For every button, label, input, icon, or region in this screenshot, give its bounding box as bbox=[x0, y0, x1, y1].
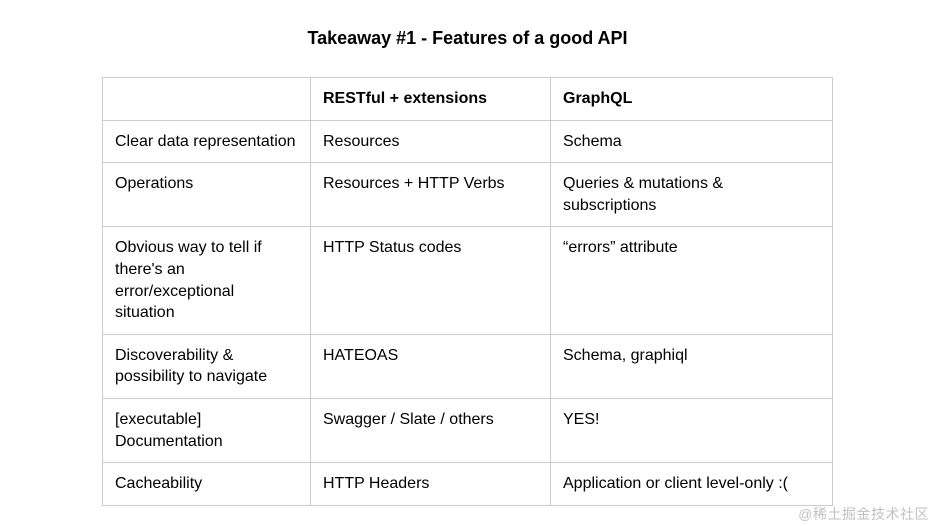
cell-feature: Discoverability & possibility to navigat… bbox=[103, 334, 311, 398]
cell-graphql: Schema, graphiql bbox=[551, 334, 833, 398]
table-row: Clear data representation Resources Sche… bbox=[103, 120, 833, 163]
comparison-table: RESTful + extensions GraphQL Clear data … bbox=[102, 77, 833, 506]
header-restful: RESTful + extensions bbox=[311, 78, 551, 121]
table-header-row: RESTful + extensions GraphQL bbox=[103, 78, 833, 121]
table-row: Operations Resources + HTTP Verbs Querie… bbox=[103, 163, 833, 227]
table-row: Discoverability & possibility to navigat… bbox=[103, 334, 833, 398]
watermark: @稀土掘金技术社区 bbox=[798, 504, 929, 524]
cell-graphql: Application or client level-only :( bbox=[551, 463, 833, 506]
cell-feature: Clear data representation bbox=[103, 120, 311, 163]
cell-restful: HATEOAS bbox=[311, 334, 551, 398]
page-title: Takeaway #1 - Features of a good API bbox=[0, 0, 935, 77]
cell-feature: Operations bbox=[103, 163, 311, 227]
cell-restful: HTTP Headers bbox=[311, 463, 551, 506]
cell-feature: Cacheability bbox=[103, 463, 311, 506]
cell-graphql: Schema bbox=[551, 120, 833, 163]
cell-graphql: Queries & mutations & subscriptions bbox=[551, 163, 833, 227]
table-row: [executable] Documentation Swagger / Sla… bbox=[103, 398, 833, 462]
header-feature bbox=[103, 78, 311, 121]
cell-restful: Resources + HTTP Verbs bbox=[311, 163, 551, 227]
table-row: Cacheability HTTP Headers Application or… bbox=[103, 463, 833, 506]
header-graphql: GraphQL bbox=[551, 78, 833, 121]
cell-graphql: YES! bbox=[551, 398, 833, 462]
cell-restful: Swagger / Slate / others bbox=[311, 398, 551, 462]
cell-restful: HTTP Status codes bbox=[311, 227, 551, 334]
cell-restful: Resources bbox=[311, 120, 551, 163]
cell-feature: Obvious way to tell if there's an error/… bbox=[103, 227, 311, 334]
cell-feature: [executable] Documentation bbox=[103, 398, 311, 462]
table-row: Obvious way to tell if there's an error/… bbox=[103, 227, 833, 334]
comparison-table-wrap: RESTful + extensions GraphQL Clear data … bbox=[0, 77, 935, 506]
cell-graphql: “errors” attribute bbox=[551, 227, 833, 334]
